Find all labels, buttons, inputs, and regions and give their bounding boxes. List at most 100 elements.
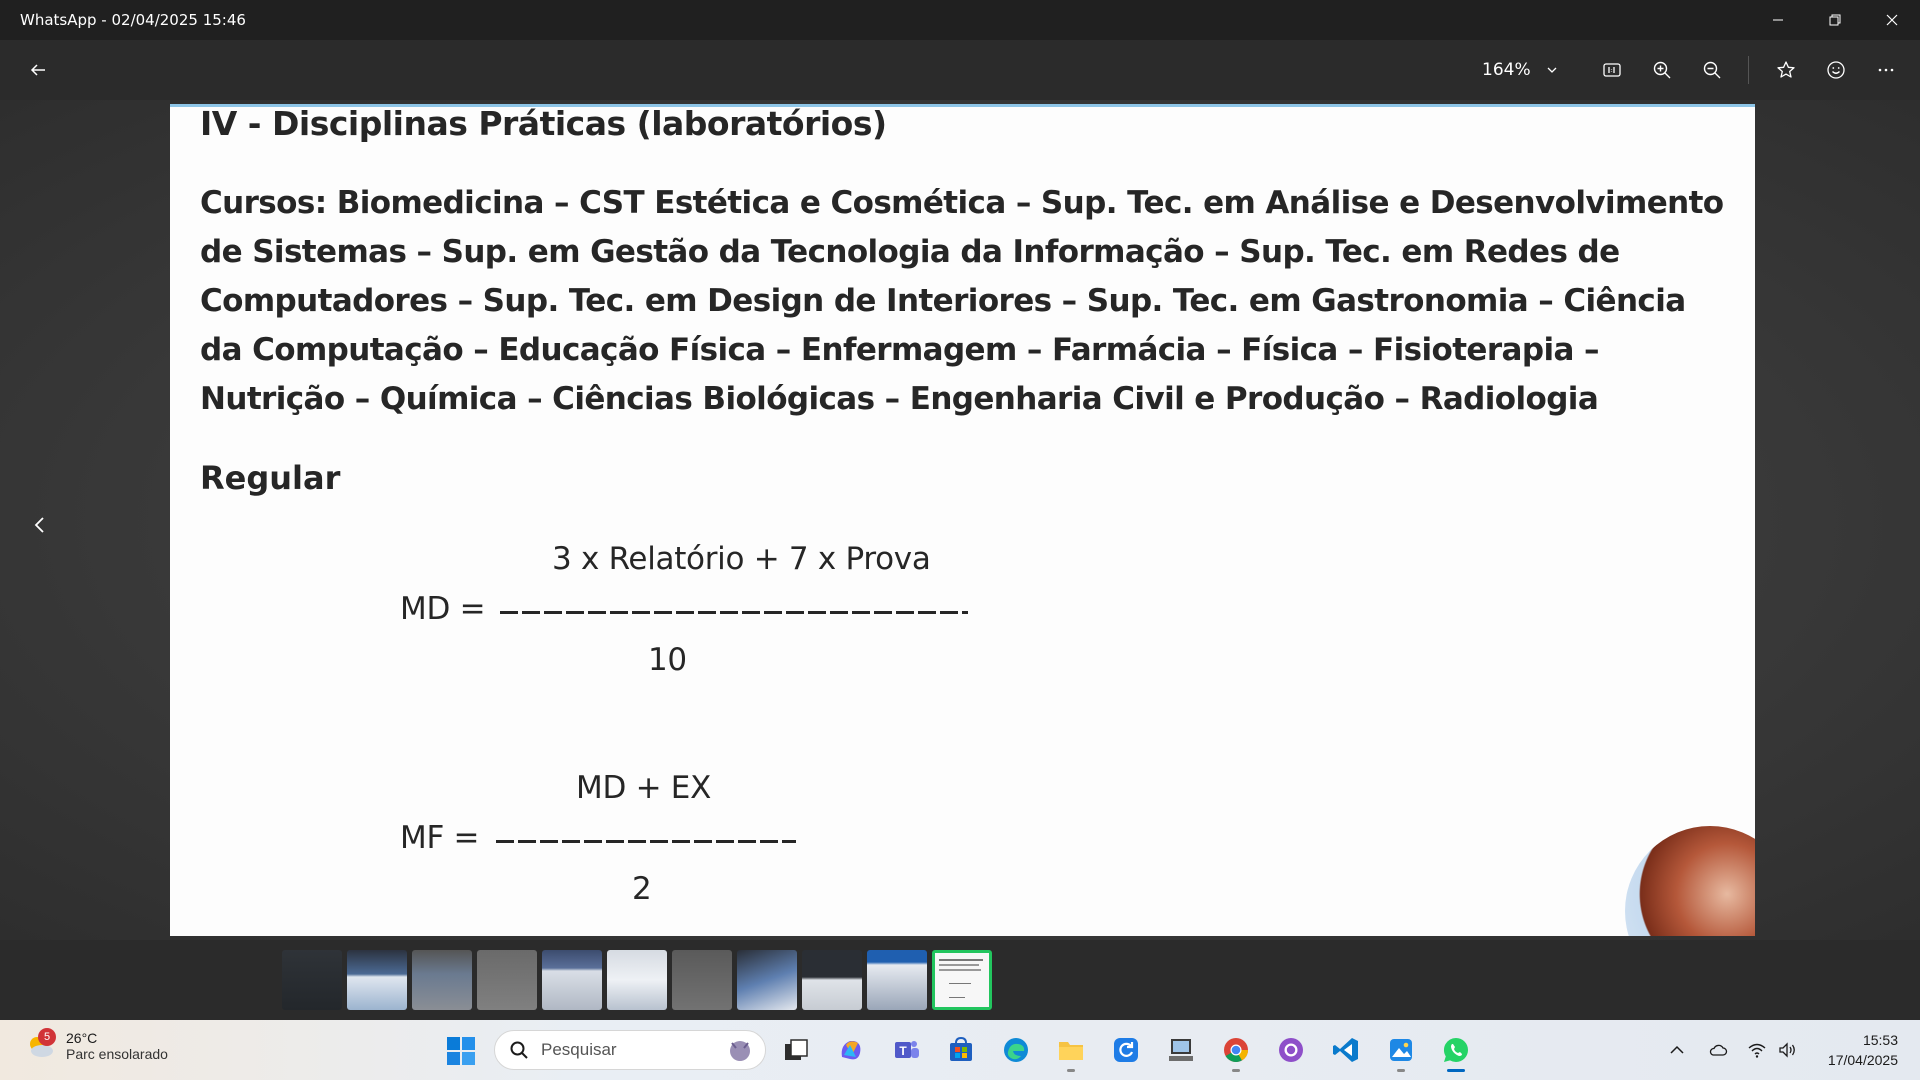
running-indicator (1397, 1069, 1405, 1072)
mf-denominator: 2 (632, 871, 652, 907)
thumbnail[interactable] (607, 950, 667, 1010)
thumbnail[interactable] (282, 950, 342, 1010)
star-icon (1777, 61, 1795, 78)
chevron-down-icon (1547, 67, 1557, 73)
chevron-left-icon (34, 517, 44, 533)
search-icon (510, 1041, 528, 1059)
file-explorer-button[interactable] (1053, 1032, 1089, 1072)
cloud-icon (1709, 1044, 1728, 1056)
thumbnail[interactable] (412, 950, 472, 1010)
taskbar-search[interactable]: Pesquisar (494, 1030, 766, 1070)
weather-icon: 5 (24, 1028, 56, 1062)
windows-icon (447, 1037, 475, 1065)
thumbnail[interactable] (737, 950, 797, 1010)
zoom-dropdown[interactable]: 164% (1482, 50, 1559, 90)
clock-date: 17/04/2025 (1827, 1052, 1898, 1068)
thumbnail-text-line (939, 964, 979, 966)
mf-numerator: MD + EX (576, 770, 712, 806)
search-placeholder: Pesquisar (541, 1040, 617, 1059)
document-heading: IV - Disciplinas Práticas (laboratórios) (200, 104, 887, 143)
edge-icon (1004, 1038, 1028, 1062)
thumbnail-active[interactable] (932, 950, 992, 1010)
thumbnail-text-line (939, 969, 981, 971)
window-title: WhatsApp - 02/04/2025 15:46 (20, 11, 246, 29)
zoom-in-icon (1653, 61, 1671, 79)
monitor-icon (1169, 1039, 1193, 1061)
svg-text:T: T (899, 1044, 907, 1058)
thumbnail[interactable] (542, 950, 602, 1010)
show-hidden-icons-button[interactable] (1665, 1038, 1689, 1062)
emoji-icon (1827, 61, 1845, 79)
running-indicator-active (1447, 1069, 1465, 1072)
arrow-left-icon (30, 64, 45, 76)
minimize-button[interactable] (1749, 0, 1806, 40)
zoom-out-button[interactable] (1692, 50, 1732, 90)
search-highlight-icon (730, 1041, 750, 1061)
thumbnail-text-line (949, 997, 965, 998)
mf-fraction-line (496, 840, 796, 843)
minimize-icon (1772, 19, 1783, 21)
teams-button[interactable]: T (888, 1032, 924, 1068)
volume-button[interactable] (1775, 1038, 1799, 1062)
copilot-icon (841, 1041, 861, 1060)
title-bar: WhatsApp - 02/04/2025 15:46 (0, 0, 1920, 40)
github-desktop-button[interactable] (1273, 1032, 1309, 1068)
thumbnail[interactable] (867, 950, 927, 1010)
restore-button[interactable] (1806, 0, 1863, 40)
favorite-button[interactable] (1766, 50, 1806, 90)
teams-icon: T (895, 1041, 919, 1058)
courses-paragraph: Cursos: Biomedicina – CST Estética e Cos… (200, 185, 1724, 417)
thumbnail-text-line (949, 983, 971, 984)
clock[interactable]: 15:53 17/04/2025 (1828, 1030, 1898, 1070)
network-button[interactable] (1745, 1038, 1769, 1062)
document-image: IV - Disciplinas Práticas (laboratórios)… (170, 104, 1755, 936)
viewer-toolbar: 164% (0, 40, 1920, 100)
actual-size-icon (1603, 63, 1621, 77)
actual-size-button[interactable] (1592, 50, 1632, 90)
react-button[interactable] (1816, 50, 1856, 90)
vscode-button[interactable] (1328, 1032, 1364, 1068)
thumbnail[interactable] (477, 950, 537, 1010)
md-denominator: 10 (648, 642, 687, 678)
thumbnail[interactable] (672, 950, 732, 1010)
section-title: Regular (200, 459, 341, 497)
chrome-button[interactable] (1218, 1032, 1254, 1072)
weather-badge: 5 (38, 1028, 56, 1046)
toolbar-divider (1748, 56, 1749, 84)
store-icon (950, 1036, 972, 1061)
photos-button[interactable] (1383, 1032, 1419, 1072)
thumbnail[interactable] (802, 950, 862, 1010)
task-view-button[interactable] (778, 1032, 814, 1068)
zoom-out-icon (1703, 61, 1721, 79)
thumbnail[interactable] (347, 950, 407, 1010)
chevron-up-icon (1670, 1045, 1684, 1054)
more-options-button[interactable] (1866, 50, 1906, 90)
md-numerator: 3 x Relatório + 7 x Prova (552, 541, 931, 577)
remote-desktop-button[interactable] (1163, 1032, 1199, 1068)
mascot-image (1625, 826, 1755, 936)
copilot-button[interactable] (833, 1032, 869, 1068)
zoom-in-button[interactable] (1642, 50, 1682, 90)
zoom-value: 164% (1482, 60, 1531, 80)
store-button[interactable] (943, 1032, 979, 1068)
close-icon (1886, 14, 1897, 26)
refresh-app-icon (1114, 1038, 1138, 1062)
chrome-icon (1224, 1038, 1248, 1063)
github-icon (1279, 1038, 1303, 1062)
start-button[interactable] (446, 1036, 476, 1066)
weather-widget[interactable]: 5 26°C Parc ensolarado (24, 1028, 168, 1062)
more-icon (1878, 68, 1894, 72)
vscode-icon (1333, 1038, 1358, 1062)
clock-time: 15:53 (1862, 1032, 1898, 1048)
close-button[interactable] (1863, 0, 1920, 40)
folder-icon (1059, 1042, 1083, 1060)
thumbnail-text-line (939, 959, 983, 961)
previous-image-button[interactable] (20, 505, 60, 545)
edge-button[interactable] (998, 1032, 1034, 1068)
temperature: 26°C (66, 1030, 98, 1046)
app-button[interactable] (1108, 1032, 1144, 1068)
whatsapp-button[interactable] (1438, 1032, 1474, 1072)
back-button[interactable] (18, 50, 58, 90)
running-indicator (1067, 1069, 1075, 1072)
onedrive-button[interactable] (1706, 1038, 1730, 1062)
